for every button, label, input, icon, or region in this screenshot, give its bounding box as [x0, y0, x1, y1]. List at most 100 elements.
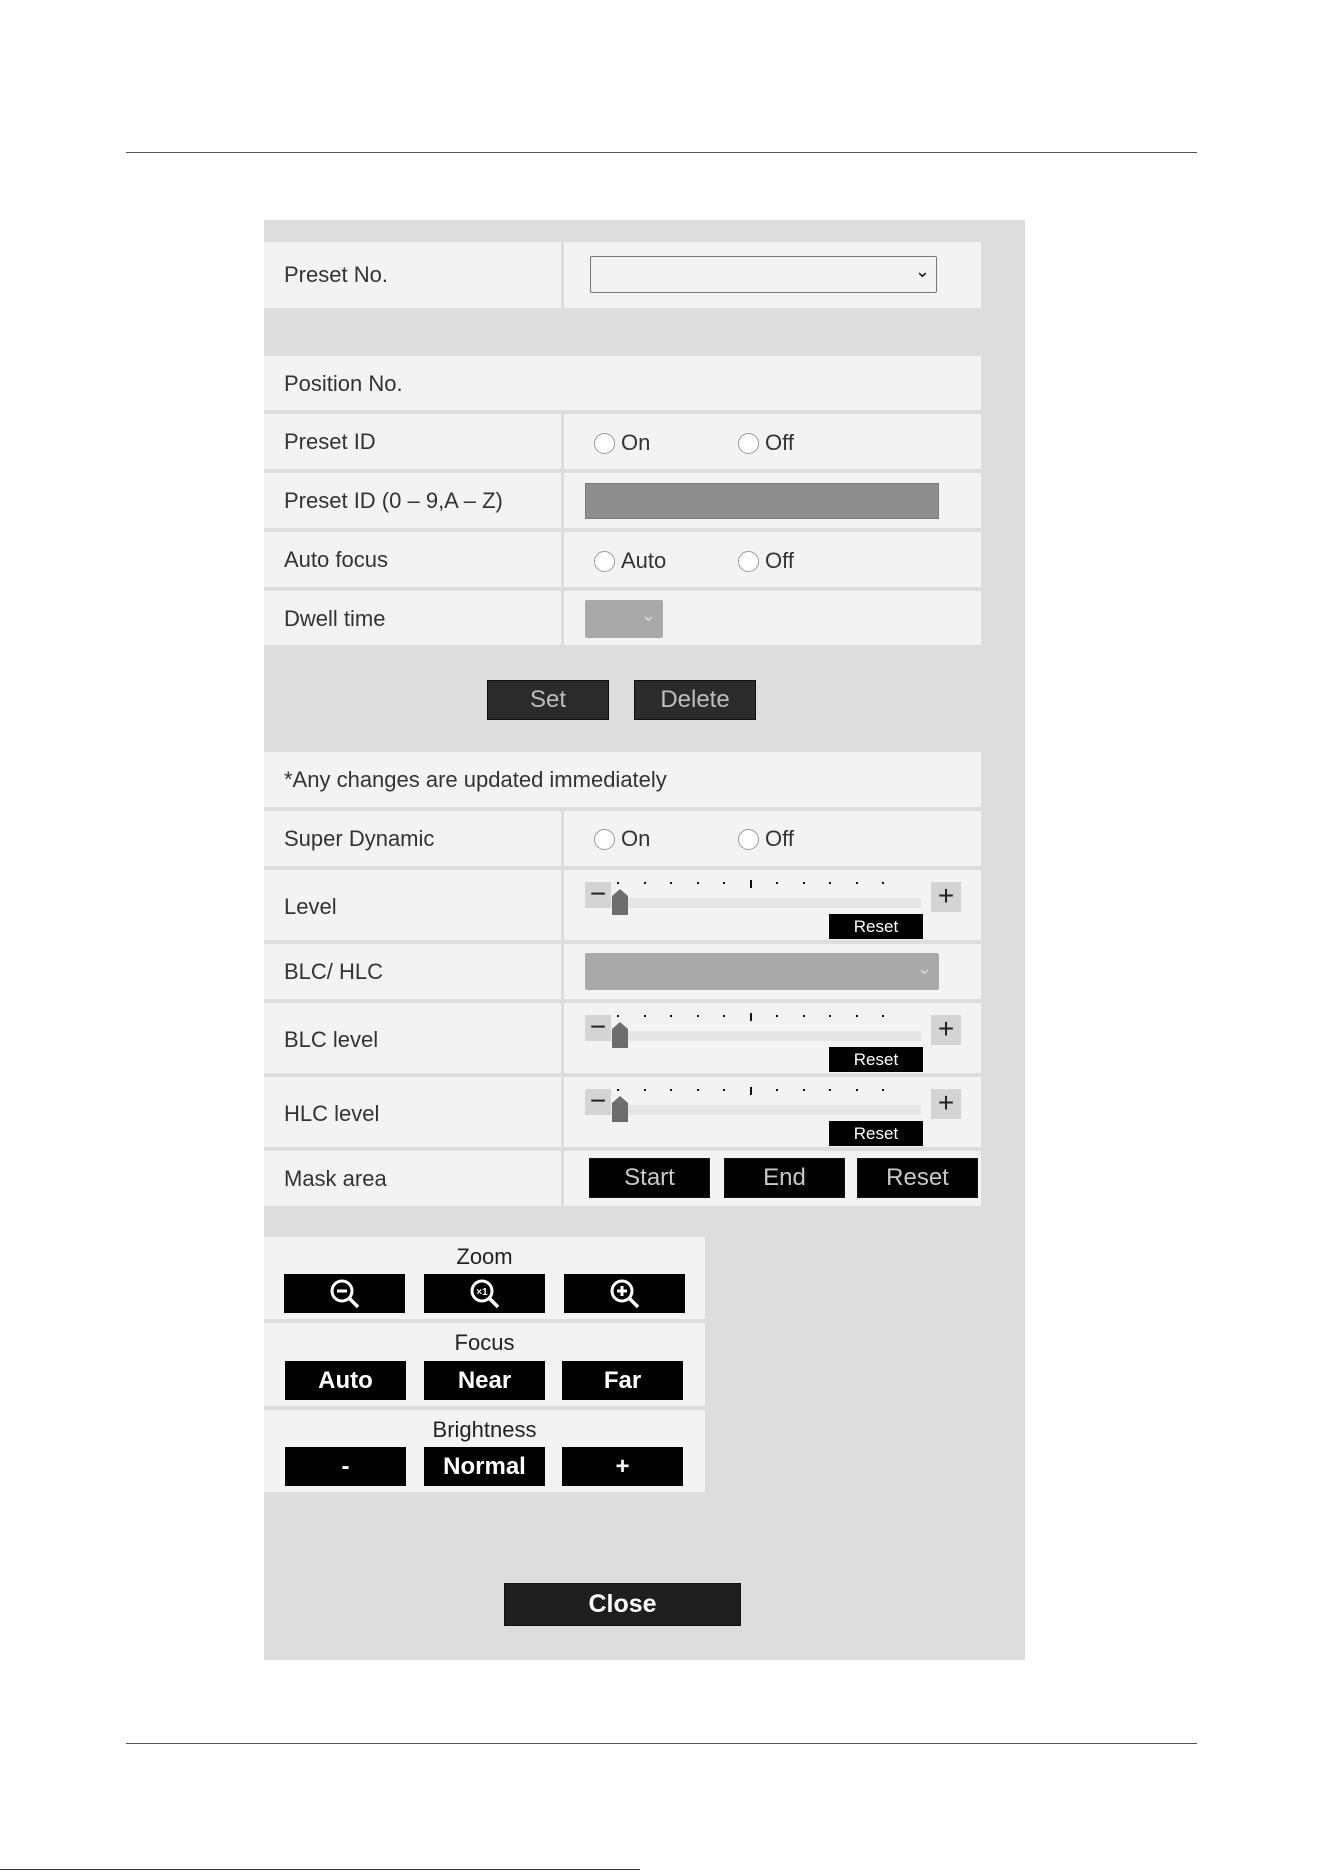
chevron-down-icon: ⌄ [914, 261, 930, 281]
slider-tick [855, 882, 858, 884]
preset-settings-panel: Preset No. ⌄ Position No. Preset ID On O… [264, 220, 1025, 1660]
mask-end-button[interactable]: End [724, 1158, 845, 1198]
level-label: Level [284, 894, 337, 919]
slider-tick [696, 1089, 699, 1091]
auto-focus-off-label: Off [765, 548, 794, 573]
preset-id-on-radio[interactable]: On [594, 430, 650, 456]
preset-id-row: Preset ID On Off [264, 414, 981, 469]
slider-track[interactable] [611, 898, 921, 908]
preset-no-select[interactable]: ⌄ [590, 256, 937, 293]
slider-tick [829, 1089, 831, 1091]
blc-level-label: BLC level [284, 1027, 379, 1052]
mask-start-button[interactable]: Start [589, 1158, 710, 1198]
auto-focus-row: Auto focus Auto Off [264, 532, 981, 587]
brightness-minus-button[interactable]: - [285, 1447, 406, 1486]
radio-circle-icon [738, 432, 759, 454]
blc-hlc-select[interactable]: ⌄ [585, 953, 939, 990]
focus-near-button[interactable]: Near [424, 1361, 545, 1400]
slider-tick [749, 880, 752, 888]
preset-id-label: Preset ID [284, 429, 376, 454]
brightness-normal-button[interactable]: Normal [424, 1447, 545, 1486]
hlc-level-reset-button[interactable]: Reset [829, 1121, 923, 1146]
hlc-level-label: HLC level [284, 1101, 380, 1126]
level-row: Level − + Reset [264, 870, 981, 940]
slider-tick [855, 1015, 858, 1017]
slider-tick [776, 1089, 778, 1091]
brightness-plus-button[interactable]: + [562, 1447, 683, 1486]
minus-icon[interactable]: − [585, 880, 611, 908]
zoom-in-button[interactable] [564, 1274, 685, 1313]
plus-icon[interactable]: + [931, 1089, 961, 1119]
slider-tick [882, 1015, 884, 1017]
slider-tick [670, 882, 672, 884]
chevron-down-icon: ⌄ [916, 958, 932, 978]
plus-icon[interactable]: + [931, 1015, 961, 1045]
slider-tick [696, 882, 699, 884]
slider-tick [802, 1089, 805, 1091]
super-dynamic-off-label: Off [765, 826, 794, 851]
preset-id-input[interactable] [585, 483, 939, 519]
top-rule [126, 152, 1197, 153]
slider-tick [882, 882, 884, 884]
zoom-control: Zoom ×1 [264, 1237, 705, 1319]
slider-track[interactable] [611, 1031, 921, 1041]
slider-tick [643, 1089, 646, 1091]
level-reset-button[interactable]: Reset [829, 914, 923, 939]
super-dynamic-on-radio[interactable]: On [594, 826, 650, 852]
minus-icon[interactable]: − [585, 1013, 611, 1041]
preset-id-on-label: On [621, 430, 651, 455]
super-dynamic-off-radio[interactable]: Off [738, 826, 794, 852]
notice-text: *Any changes are updated immediately [284, 767, 667, 792]
brightness-title: Brightness [432, 1417, 537, 1442]
zoom-out-button[interactable] [284, 1274, 405, 1313]
mask-reset-button[interactable]: Reset [857, 1158, 978, 1198]
slider-tick [723, 882, 725, 884]
slider-tick [696, 1015, 699, 1017]
zoom-x1-button[interactable]: ×1 [424, 1274, 545, 1313]
slider-tick [749, 1013, 752, 1021]
super-dynamic-row: Super Dynamic On Off [264, 811, 981, 866]
hlc-level-row: HLC level − + Reset [264, 1077, 981, 1147]
level-slider[interactable]: − + Reset [585, 874, 961, 944]
blc-level-row: BLC level − + Reset [264, 1003, 981, 1073]
chevron-down-icon: ⌄ [640, 605, 656, 625]
delete-button[interactable]: Delete [634, 680, 756, 720]
auto-focus-auto-radio[interactable]: Auto [594, 548, 666, 574]
dwell-time-label: Dwell time [284, 606, 386, 631]
slider-tick [723, 1089, 725, 1091]
focus-control: Focus Auto Near Far [264, 1323, 705, 1406]
auto-focus-label: Auto focus [284, 547, 388, 572]
slider-tick [829, 1015, 831, 1017]
focus-title: Focus [454, 1330, 515, 1355]
brightness-control: Brightness - Normal + [264, 1410, 705, 1492]
plus-icon[interactable]: + [931, 882, 961, 912]
dwell-time-select[interactable]: ⌄ [585, 600, 663, 638]
blc-level-reset-button[interactable]: Reset [829, 1047, 923, 1072]
preset-id-text-label: Preset ID (0 – 9,A – Z) [284, 488, 503, 513]
hlc-level-slider[interactable]: − + Reset [585, 1081, 961, 1151]
set-button[interactable]: Set [487, 680, 609, 720]
blc-level-slider[interactable]: − + Reset [585, 1007, 961, 1077]
slider-tick [617, 882, 619, 884]
zoom-in-icon [610, 1279, 639, 1309]
zoom-x1-icon: ×1 [470, 1279, 499, 1309]
focus-auto-button[interactable]: Auto [285, 1361, 406, 1400]
close-button[interactable]: Close [504, 1583, 741, 1626]
zoom-out-icon [330, 1279, 359, 1309]
slider-tick [723, 1015, 725, 1017]
auto-focus-auto-label: Auto [621, 548, 667, 573]
auto-focus-off-radio[interactable]: Off [738, 548, 794, 574]
position-no-label: Position No. [284, 371, 403, 396]
minus-icon[interactable]: − [585, 1087, 611, 1115]
focus-far-button[interactable]: Far [562, 1361, 683, 1400]
slider-track[interactable] [611, 1105, 921, 1115]
slider-tick [776, 882, 778, 884]
slider-thumb[interactable] [611, 888, 629, 916]
slider-thumb[interactable] [611, 1021, 629, 1049]
radio-circle-icon [594, 550, 615, 572]
svg-text:×1: ×1 [476, 1287, 488, 1298]
preset-id-off-radio[interactable]: Off [738, 430, 794, 456]
slider-thumb[interactable] [611, 1095, 629, 1123]
slider-tick [617, 1015, 619, 1017]
preset-no-label: Preset No. [284, 262, 388, 287]
